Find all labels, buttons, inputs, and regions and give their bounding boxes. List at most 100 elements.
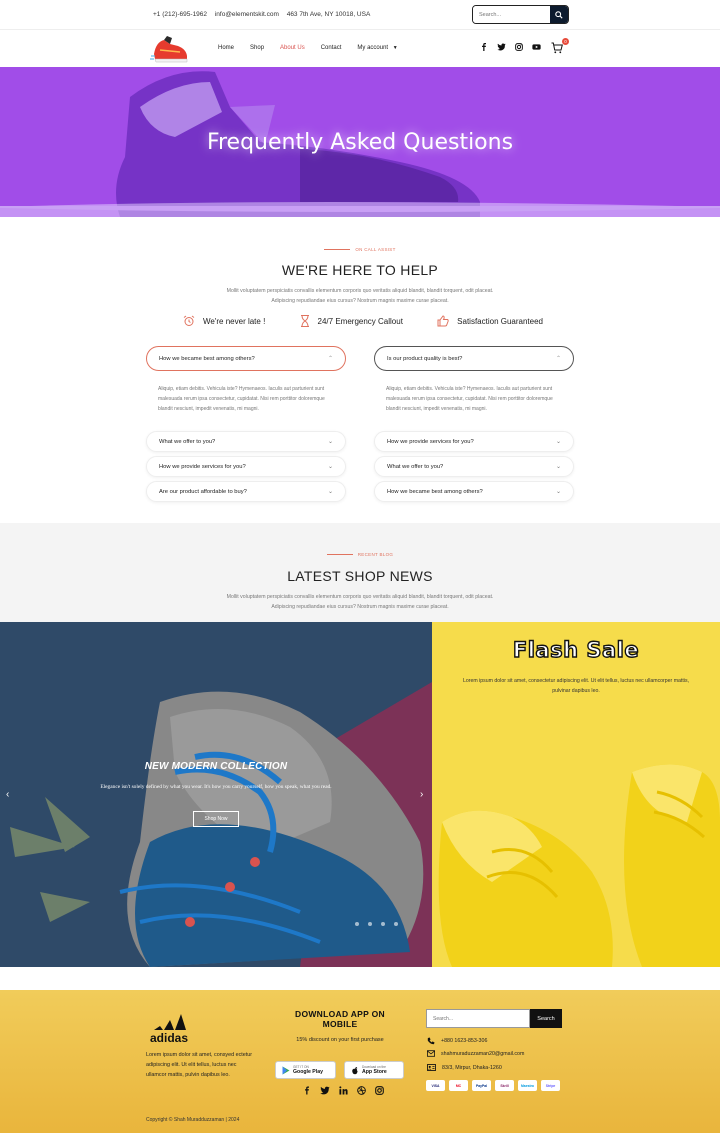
youtube-icon[interactable] [532,43,541,51]
social-links-top [480,43,541,51]
faq-question[interactable]: How we provide services for you? ⌄ [374,431,574,452]
slider-dots [355,922,398,926]
visa-card-icon: VISA [426,1080,445,1091]
feature-never-late: We're never late ! [183,315,265,327]
chevron-up-icon: ⌃ [555,356,561,362]
nav-contact[interactable]: Contact [321,45,342,51]
slider-dot[interactable] [368,922,372,926]
slider-dot[interactable] [355,922,359,926]
flash-sale-shoes-image [432,622,720,967]
hero-title: Frequently Asked Questions [206,130,514,155]
faq-question[interactable]: How we provide services for you? ⌄ [146,456,346,477]
flash-sale-banner[interactable]: Flash Sale Lorem ipsum dolor sit amet, c… [432,622,720,967]
footer-phone-text[interactable]: +880 1623-853-306 [441,1038,487,1044]
slide-title: NEW MODERN COLLECTION [144,761,288,772]
faq-question[interactable]: What we offer to you? ⌄ [146,431,346,452]
facebook-icon[interactable] [480,43,488,51]
mastercard-icon: MC [449,1080,468,1091]
help-description: Mollit voluptatem perspiciatis convallis… [226,288,494,304]
dribbble-icon[interactable] [357,1086,366,1095]
slider-dot[interactable] [394,922,398,926]
flash-sale-text: Lorem ipsum dolor sit amet, consectetur … [462,678,690,694]
adidas-logo[interactable]: adidas [148,1008,200,1045]
hourglass-icon [300,315,309,327]
instagram-icon[interactable] [515,43,523,51]
feature-label: Satisfaction Guaranteed [457,316,543,326]
google-play-button[interactable]: GET IT ON Google Play [275,1061,336,1079]
faq-column-right: Is our product quality is best? ⌃ Aliqui… [374,346,574,506]
search-icon [555,10,563,19]
chevron-down-icon: ⌄ [327,489,333,495]
faq-answer: Aliquip, etiam debitis. Vehicula iste? H… [158,386,325,412]
cart-button[interactable]: 0 [551,38,569,55]
collection-slider: NEW MODERN COLLECTION Elegance isn't sol… [0,622,432,967]
facebook-icon[interactable] [303,1086,311,1095]
top-phone[interactable]: +1 (212)-695-1962 [153,11,207,18]
linkedin-icon[interactable] [339,1086,348,1095]
chevron-down-icon: ⌄ [555,464,561,470]
help-title: WE'RE HERE TO HELP [281,262,439,278]
feature-list: We're never late ! 24/7 Emergency Callou… [183,315,543,327]
footer-app-title: DOWNLOAD APP ON MOBILE [295,1009,385,1029]
faq-question-text: Are our product affordable to buy? [159,488,247,495]
faq-question-text: What we offer to you? [387,463,444,470]
nav-my-account-label: My account [357,45,389,51]
feature-satisfaction: Satisfaction Guaranteed [437,315,543,327]
news-eyebrow: RECENT BLOG [0,552,720,557]
news-description: Mollit voluptatem perspiciatis convallis… [226,594,494,610]
chevron-up-icon: ⌃ [327,356,333,362]
footer-address-text: 83/3, Mirpur, Dhaka-1260 [442,1064,502,1071]
top-search-input[interactable] [473,6,550,23]
faq-question-text: Is our product quality is best? [387,355,463,362]
faq-answer: Aliquip, etiam debitis. Vehicula iste? H… [386,386,553,412]
faq-question-open[interactable]: Is our product quality is best? ⌃ [374,346,574,371]
chevron-down-icon: ⌄ [555,489,561,495]
address-card-icon [427,1064,436,1071]
nav-about-us[interactable]: About Us [280,45,305,51]
flash-sale-title: Flash Sale [512,637,640,662]
top-search-button[interactable] [550,6,568,23]
envelope-icon [427,1050,435,1057]
chevron-down-icon: ⌄ [327,439,333,445]
twitter-icon[interactable] [320,1086,330,1095]
slider-prev-arrow[interactable]: ‹ [6,789,9,800]
google-play-icon [282,1066,290,1074]
nav-shop[interactable]: Shop [250,45,264,51]
top-address: 463 7th Ave, NY 10018, USA [286,11,371,18]
payment-cards: VISA MC PayPal Skrill Maestro Stripe [426,1080,560,1091]
feature-label: We're never late ! [203,316,266,326]
top-bar: +1 (212)-695-1962 info@elementskit.com 4… [0,0,720,30]
app-store-button[interactable]: Download on the App Store [344,1061,404,1079]
faq-question-open[interactable]: How we became best among others? ⌃ [146,346,346,371]
site-logo[interactable] [150,32,190,66]
paypal-icon: PayPal [472,1080,491,1091]
top-search [472,5,569,24]
slider-sneaker-image [0,622,432,967]
shop-now-button[interactable]: Shop Now [193,811,239,827]
footer-email-text[interactable]: shahmuraduzzaman20@gmail.com [441,1051,524,1057]
footer-address: 83/3, Mirpur, Dhaka-1260 [427,1064,502,1071]
thumbs-up-icon [437,315,449,327]
twitter-icon[interactable] [497,43,506,51]
footer-search-input[interactable] [426,1009,530,1028]
faq-question-text: How we became best among others? [159,355,255,362]
faq-question[interactable]: Are our product affordable to buy? ⌄ [146,481,346,502]
top-contact-info: +1 (212)-695-1962 info@elementskit.com 4… [153,11,376,18]
faq-question[interactable]: What we offer to you? ⌄ [374,456,574,477]
chevron-down-icon: ▼ [392,45,398,51]
nav-home[interactable]: Home [218,45,234,51]
instagram-icon[interactable] [375,1086,384,1095]
top-email[interactable]: info@elementskit.com [215,11,279,18]
nav-my-account[interactable]: My account ▼ [357,45,397,51]
faq-question-text: How we became best among others? [387,488,483,495]
slide-text: Elegance isn't solely defined by what yo… [100,784,332,790]
feature-label: 24/7 Emergency Callout [317,316,403,326]
faq-question[interactable]: How we became best among others? ⌄ [374,481,574,502]
apple-icon [352,1066,358,1074]
faq-question-text: What we offer to you? [159,438,216,445]
slider-next-arrow[interactable]: › [420,789,423,800]
slider-dot[interactable] [381,922,385,926]
stripe-icon: Stripe [541,1080,560,1091]
footer-search-button[interactable]: Search [530,1009,562,1028]
faq-question-text: How we provide services for you? [387,438,474,445]
